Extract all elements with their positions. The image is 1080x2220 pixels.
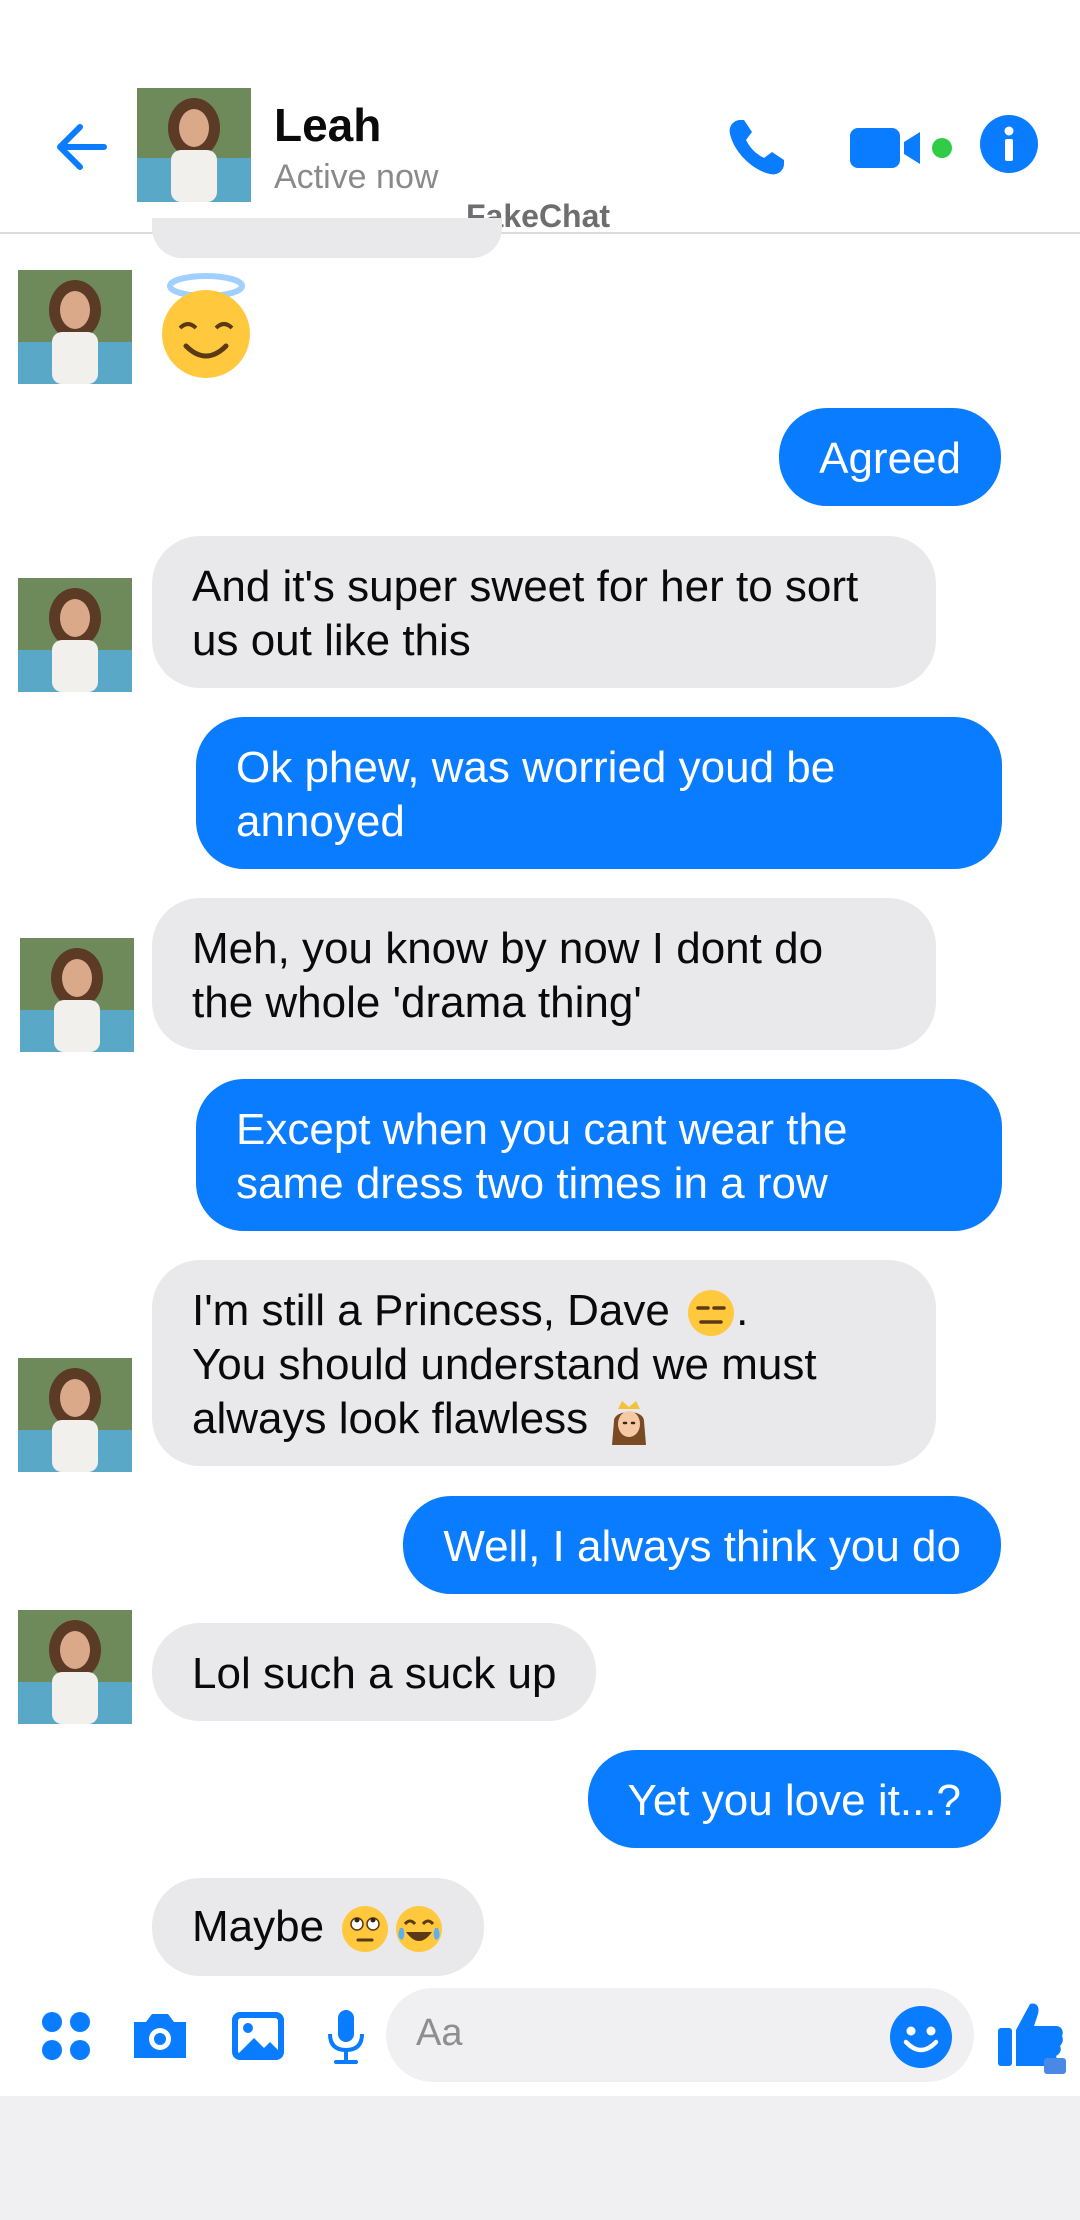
image-icon[interactable]: [226, 2004, 290, 2068]
message-text: I'm still a Princess, Dave: [192, 1286, 670, 1335]
smiley-icon[interactable]: [888, 2004, 954, 2070]
active-status: Active now: [274, 158, 439, 196]
message-input[interactable]: [386, 1988, 974, 2082]
message-text: You should understand we must always loo…: [192, 1340, 817, 1444]
avatar: [18, 1610, 132, 1724]
face-with-tears-of-joy-icon: [396, 1906, 443, 1953]
phone-icon[interactable]: [722, 114, 790, 182]
face-with-rolling-eyes-icon: [342, 1906, 389, 1953]
expressionless-face-icon: [688, 1290, 735, 1337]
outgoing-message[interactable]: Except when you cant wear the same dress…: [196, 1079, 1002, 1231]
camera-icon[interactable]: [128, 2004, 192, 2068]
outgoing-message[interactable]: Ok phew, was worried youd be annoyed: [196, 717, 1002, 869]
message-text: Maybe: [192, 1902, 325, 1951]
incoming-message[interactable]: I'm still a Princess, Dave . You should …: [152, 1260, 936, 1466]
incoming-message[interactable]: Lol such a suck up: [152, 1623, 597, 1721]
thumbs-up-icon[interactable]: [994, 1996, 1070, 2076]
avatar: [18, 578, 132, 692]
princess-icon: [612, 1400, 647, 1445]
outgoing-message[interactable]: Well, I always think you do: [403, 1496, 1001, 1594]
online-indicator: [932, 138, 952, 158]
contact-name[interactable]: Leah: [274, 98, 381, 152]
microphone-icon[interactable]: [314, 2004, 378, 2068]
incoming-message-partial: [152, 218, 502, 258]
system-navigation-area: [0, 2096, 1080, 2220]
message-input-placeholder: Aa: [416, 2012, 463, 2054]
contact-avatar[interactable]: [137, 88, 251, 202]
incoming-message[interactable]: Maybe: [152, 1878, 485, 1976]
info-icon[interactable]: [980, 115, 1038, 173]
avatar: [18, 270, 132, 384]
video-camera-icon[interactable]: [848, 120, 934, 176]
outgoing-message[interactable]: Agreed: [779, 408, 1001, 506]
avatar: [18, 1358, 132, 1472]
outgoing-message[interactable]: Yet you love it...?: [587, 1750, 1001, 1848]
four-dots-icon[interactable]: [34, 2004, 98, 2068]
message-text: .: [736, 1286, 749, 1335]
incoming-message[interactable]: Meh, you know by now I dont do the whole…: [152, 898, 936, 1050]
chat-header: Leah Active now FakeChat: [0, 0, 1080, 234]
incoming-message[interactable]: And it's super sweet for her to sort us …: [152, 536, 936, 688]
smiling-face-with-halo-icon: [162, 273, 250, 378]
arrow-left-icon[interactable]: [48, 112, 118, 182]
avatar: [20, 938, 134, 1052]
